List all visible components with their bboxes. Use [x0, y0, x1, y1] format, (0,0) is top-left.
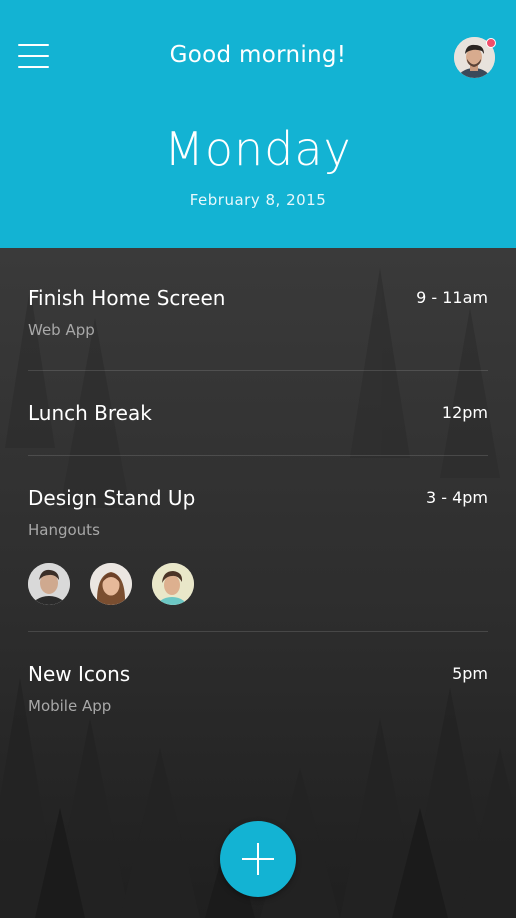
date-subtitle: February 8, 2015 — [189, 191, 327, 209]
attendee-photo — [28, 563, 70, 605]
attendee-photo — [90, 563, 132, 605]
greeting-text: Good morning! — [169, 42, 347, 68]
event-subtitle: Mobile App — [28, 697, 112, 715]
event-title: Finish Home Screen — [28, 286, 226, 310]
app-screen: Good morning! Monday February 8, 2015 Fi… — [0, 0, 516, 918]
event-time: 5pm — [452, 664, 488, 683]
header: Good morning! Monday February 8, 2015 — [0, 0, 516, 248]
event-subtitle: Web App — [28, 321, 95, 339]
event-time: 9 - 11am — [416, 288, 488, 307]
event-time: 3 - 4pm — [425, 488, 488, 507]
attendee-avatar[interactable] — [152, 563, 194, 605]
event-title: Design Stand Up — [28, 486, 196, 510]
plus-icon-vertical — [257, 843, 259, 875]
event-subtitle: Hangouts — [28, 521, 100, 539]
profile-avatar-button[interactable] — [454, 37, 496, 78]
attendee-avatar[interactable] — [28, 563, 70, 605]
event-title: Lunch Break — [28, 401, 152, 425]
notification-badge — [486, 38, 496, 48]
event-title: New Icons — [28, 662, 131, 686]
day-title: Monday — [164, 122, 352, 176]
divider — [28, 370, 488, 371]
event-item[interactable]: Lunch Break 12pm — [28, 401, 488, 431]
attendee-avatar[interactable] — [90, 563, 132, 605]
event-item[interactable]: New Icons 5pm Mobile App — [28, 662, 488, 722]
divider — [28, 631, 488, 632]
event-time: 12pm — [441, 403, 488, 422]
attendee-list — [28, 563, 228, 605]
add-event-button[interactable] — [220, 821, 296, 897]
event-item[interactable]: Design Stand Up 3 - 4pm Hangouts — [28, 486, 488, 608]
event-item[interactable]: Finish Home Screen 9 - 11am Web App — [28, 286, 488, 346]
attendee-photo — [152, 563, 194, 605]
divider — [28, 455, 488, 456]
